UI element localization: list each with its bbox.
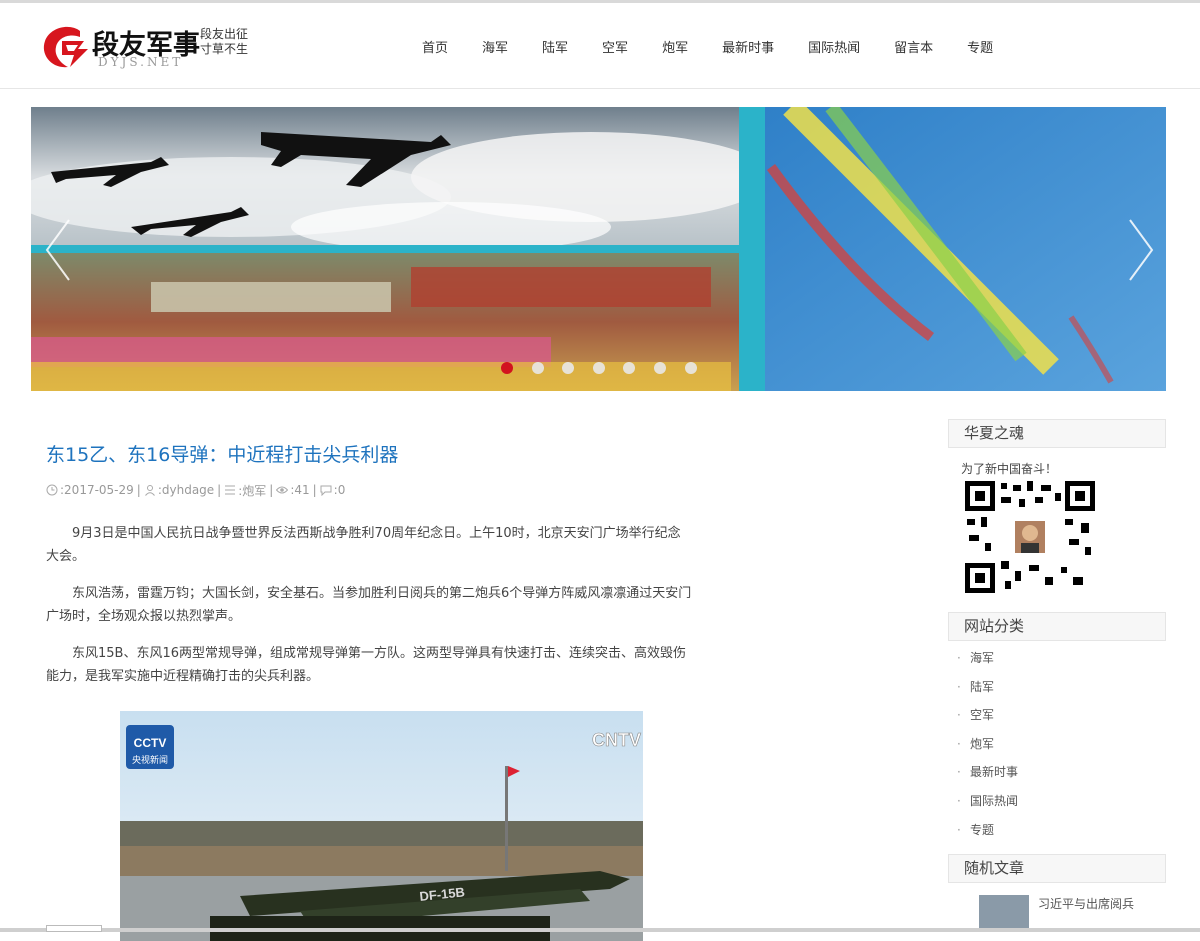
main-nav: 首页 海军 陆军 空军 炮军 最新时事 国际热闻 留言本 专题 — [405, 3, 1010, 89]
article-paragraph: 东风浩荡，雷霆万钧；大国长剑，安全基石。当参加胜利日阅兵的第二炮兵6个导弹方阵威… — [46, 586, 692, 624]
widget-text: 为了新中国奋斗！ — [961, 462, 1058, 476]
nav-item-artillery[interactable]: 炮军 — [662, 37, 688, 56]
list-item: 陆军 — [948, 673, 1166, 702]
nav-item-home[interactable]: 首页 — [422, 37, 448, 56]
widget-categories: 网站分类 海军 陆军 空军 炮军 最新时事 国际热闻 专题 — [948, 612, 1166, 844]
article-image: CCTV 央视新闻 CNTV DF-15B — [120, 711, 643, 941]
list-item: 最新时事 — [948, 758, 1166, 787]
meta-separator: | — [269, 483, 274, 497]
article-title[interactable]: 东15乙、东16导弹：中近程打击尖兵利器 — [46, 440, 696, 470]
comment-icon — [320, 485, 332, 496]
article-meta: :2017-05-29 | :dyhdage | :炮军 | :41 | :0 — [46, 480, 696, 500]
slider-dot-5[interactable] — [623, 362, 636, 374]
meta-separator: | — [217, 483, 222, 497]
article-comments[interactable]: :0 — [334, 483, 346, 497]
bottom-scrollbar[interactable] — [0, 928, 1200, 932]
slider-dot-7[interactable] — [684, 362, 697, 374]
list-icon — [225, 485, 236, 495]
category-link-airforce[interactable]: 空军 — [970, 708, 994, 722]
sidebar: 华夏之魂 为了新中国奋斗！ 网站分类 海军 陆军 空军 炮军 最新时事 国际热闻… — [948, 419, 1166, 932]
article-thumbnail[interactable] — [979, 895, 1029, 932]
slider-next-icon[interactable] — [1124, 215, 1160, 285]
widget-title: 华夏之魂 — [948, 419, 1166, 448]
logo-domain: DYJS.NET — [98, 55, 184, 69]
meta-separator: | — [312, 483, 317, 497]
widget-title: 网站分类 — [948, 612, 1166, 641]
slider-prev-icon[interactable] — [39, 215, 75, 285]
slider-dots — [501, 362, 715, 374]
nav-item-airforce[interactable]: 空军 — [602, 37, 628, 56]
widget-qr: 华夏之魂 为了新中国奋斗！ — [948, 419, 1166, 597]
article-date: :2017-05-29 — [60, 483, 134, 497]
slider-dot-4[interactable] — [592, 362, 605, 374]
site-logo[interactable]: 段友军事 DYJS.NET 段友出征 寸草不生 — [40, 23, 270, 75]
image-slider[interactable] — [31, 107, 1166, 391]
article-author[interactable]: :dyhdage — [158, 483, 214, 497]
logo-emblem-icon — [43, 26, 88, 68]
widget-random-articles: 随机文章 习近平与出席阅兵 — [948, 854, 1166, 932]
nav-item-guestbook[interactable]: 留言本 — [894, 37, 933, 56]
article: 东15乙、东16导弹：中近程打击尖兵利器 :2017-05-29 | :dyhd… — [46, 420, 696, 941]
nav-item-navy[interactable]: 海军 — [482, 37, 508, 56]
user-icon — [144, 485, 155, 496]
category-link-international[interactable]: 国际热闻 — [970, 794, 1018, 808]
cctv-news-label: 央视新闻 — [132, 754, 168, 766]
widget-title: 随机文章 — [948, 854, 1166, 884]
list-item: 国际热闻 — [948, 787, 1166, 816]
nav-item-latest-news[interactable]: 最新时事 — [722, 37, 774, 56]
list-item: 空军 — [948, 701, 1166, 730]
slider-dot-2[interactable] — [531, 362, 544, 374]
slider-dot-1[interactable] — [501, 362, 513, 374]
nav-item-international[interactable]: 国际热闻 — [808, 37, 860, 56]
article-paragraph: 9月3日是中国人民抗日战争暨世界反法西斯战争胜利70周年纪念日。上午10时，北京… — [46, 526, 681, 564]
category-link-army[interactable]: 陆军 — [970, 680, 994, 694]
cctv-logo: CCTV — [134, 736, 167, 750]
category-link-topics[interactable]: 专题 — [970, 823, 994, 837]
random-article-title[interactable]: 习近平与出席阅兵 — [1038, 895, 1156, 931]
qr-code-icon — [965, 481, 1095, 593]
category-link-latest[interactable]: 最新时事 — [970, 765, 1018, 779]
category-link-navy[interactable]: 海军 — [970, 651, 994, 665]
list-item: 专题 — [948, 816, 1166, 845]
category-list: 海军 陆军 空军 炮军 最新时事 国际热闻 专题 — [948, 644, 1166, 844]
slider-image — [31, 107, 1166, 391]
list-item: 海军 — [948, 644, 1166, 673]
eye-icon — [276, 486, 289, 494]
clock-icon — [46, 484, 58, 496]
article-category[interactable]: :炮军 — [238, 482, 266, 499]
meta-separator: | — [136, 483, 141, 497]
site-header: 段友军事 DYJS.NET 段友出征 寸草不生 首页 海军 陆军 空军 炮军 最… — [0, 3, 1200, 89]
scrollbar-thumb[interactable] — [46, 925, 102, 932]
nav-item-topics[interactable]: 专题 — [967, 37, 993, 56]
slider-dot-6[interactable] — [653, 362, 666, 374]
logo-slogan: 段友出征 寸草不生 — [200, 27, 249, 56]
nav-item-army[interactable]: 陆军 — [542, 37, 568, 56]
cntv-watermark: CNTV — [592, 730, 641, 750]
article-views: :41 — [290, 483, 310, 497]
slider-dot-3[interactable] — [562, 362, 575, 374]
category-link-artillery[interactable]: 炮军 — [970, 737, 994, 751]
list-item: 炮军 — [948, 730, 1166, 759]
article-paragraph: 东风15B、东风16两型常规导弹，组成常规导弹第一方队。这两型导弹具有快速打击、… — [46, 646, 687, 684]
list-item[interactable]: 习近平与出席阅兵 — [948, 895, 1166, 932]
